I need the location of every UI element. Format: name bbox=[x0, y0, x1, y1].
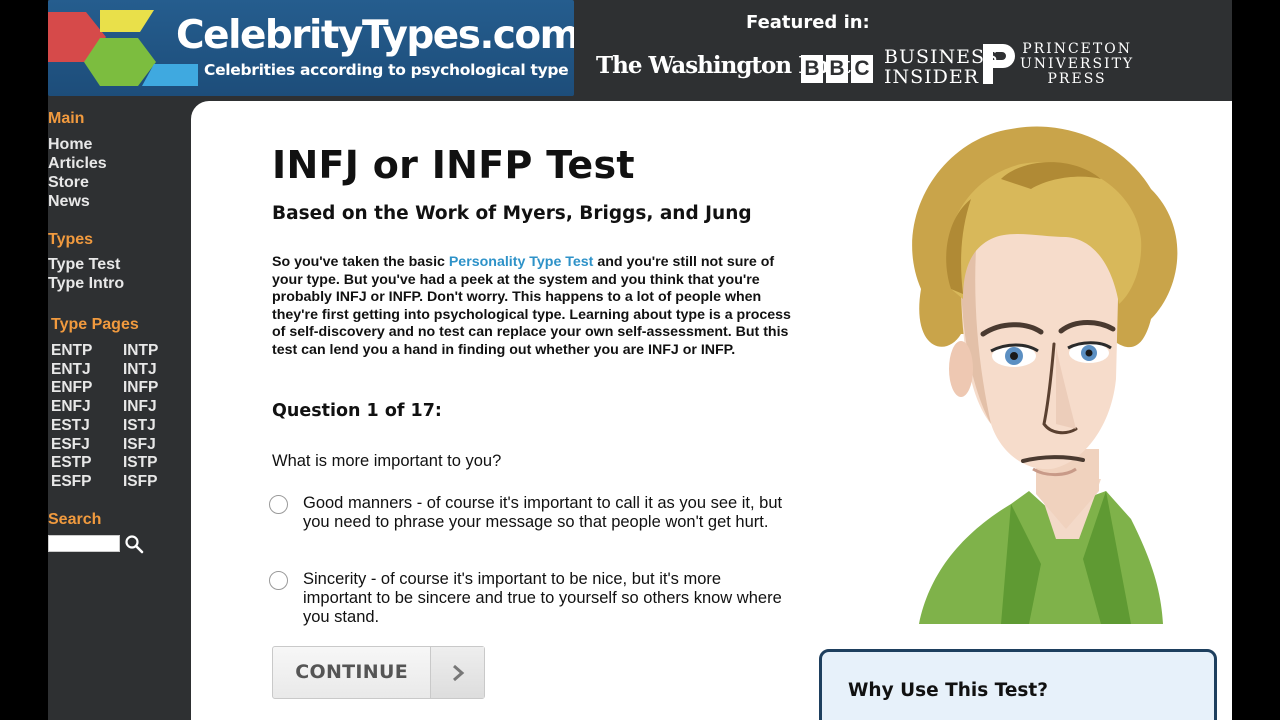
why-use-this-test-heading: Why Use This Test? bbox=[848, 680, 1048, 701]
bbc-letter: B bbox=[801, 55, 823, 83]
question-text: What is more important to you? bbox=[272, 452, 502, 470]
sidebar-nav: Main Home Articles Store News Types Type… bbox=[48, 110, 190, 555]
type-pages-grid: ENTP INTP ENTJ INTJ ENFP INFP ENFJ INFJ … bbox=[51, 342, 190, 492]
sidebar-link-type-test[interactable]: Type Test bbox=[48, 255, 190, 274]
featured-in-label: Featured in: bbox=[746, 12, 870, 33]
sidebar-section-search: Search bbox=[48, 510, 102, 528]
princeton-line: PRESS bbox=[1047, 71, 1107, 87]
type-link-entj[interactable]: ENTJ bbox=[51, 361, 123, 380]
search-input[interactable] bbox=[48, 535, 120, 553]
type-link-estp[interactable]: ESTP bbox=[51, 454, 123, 473]
radio-button[interactable] bbox=[269, 571, 288, 590]
type-link-enfp[interactable]: ENFP bbox=[51, 379, 123, 398]
bbc-letter: C bbox=[851, 55, 873, 83]
answer-option-label: Sincerity - of course it's important to … bbox=[303, 570, 782, 626]
logo-subtitle: Celebrities according to psychological t… bbox=[204, 61, 569, 79]
sidebar-link-articles[interactable]: Articles bbox=[48, 154, 190, 173]
type-link-infp[interactable]: INFP bbox=[123, 379, 183, 398]
intro-paragraph: So you've taken the basic Personality Ty… bbox=[272, 254, 802, 359]
main-content: INFJ or INFP Test Based on the Work of M… bbox=[191, 101, 1232, 720]
type-link-estj[interactable]: ESTJ bbox=[51, 417, 123, 436]
continue-button-label: CONTINUE bbox=[295, 661, 408, 683]
question-counter: Question 1 of 17: bbox=[272, 401, 442, 421]
princeton-line: PRINCETON bbox=[1022, 41, 1132, 57]
type-link-isfp[interactable]: ISFP bbox=[123, 473, 183, 492]
continue-button[interactable]: CONTINUE bbox=[272, 646, 485, 699]
site-logo[interactable]: CelebrityTypes.com Celebrities according… bbox=[48, 0, 574, 96]
sidebar-link-news[interactable]: News bbox=[48, 192, 190, 211]
radio-button[interactable] bbox=[269, 495, 288, 514]
page-subtitle: Based on the Work of Myers, Briggs, and … bbox=[272, 203, 752, 224]
cartoon-portrait-image bbox=[912, 126, 1178, 624]
type-link-intp[interactable]: INTP bbox=[123, 342, 183, 361]
sidebar-link-store[interactable]: Store bbox=[48, 173, 190, 192]
page: CelebrityTypes.com Celebrities according… bbox=[48, 0, 1232, 720]
type-link-esfp[interactable]: ESFP bbox=[51, 473, 123, 492]
sidebar-section-types: Types bbox=[48, 231, 94, 248]
type-link-infj[interactable]: INFJ bbox=[123, 398, 183, 417]
sidebar-link-type-intro[interactable]: Type Intro bbox=[48, 274, 190, 293]
sidebar-section-type-pages: Type Pages bbox=[51, 316, 139, 333]
search-icon bbox=[125, 535, 144, 553]
type-link-isfj[interactable]: ISFJ bbox=[123, 436, 183, 455]
answer-option-good-manners[interactable]: Good manners - of course it's important … bbox=[269, 494, 799, 532]
type-link-istp[interactable]: ISTP bbox=[123, 454, 183, 473]
sidebar-section-main: Main bbox=[48, 110, 85, 127]
type-link-entp[interactable]: ENTP bbox=[51, 342, 123, 361]
bbc-logo: B B C bbox=[801, 55, 873, 83]
bbc-letter: B bbox=[826, 55, 848, 83]
princeton-press-mark-icon bbox=[983, 44, 1015, 84]
chevron-right-icon bbox=[430, 647, 484, 698]
answer-option-sincerity[interactable]: Sincerity - of course it's important to … bbox=[269, 570, 799, 627]
personality-type-test-link[interactable]: Personality Type Test bbox=[449, 254, 594, 270]
page-title: INFJ or INFP Test bbox=[272, 143, 635, 187]
princeton-line: UNIVERSITY bbox=[1020, 56, 1135, 72]
sidebar-link-home[interactable]: Home bbox=[48, 135, 190, 154]
intro-text-start: So you've taken the basic bbox=[272, 254, 449, 270]
type-link-enfj[interactable]: ENFJ bbox=[51, 398, 123, 417]
answer-option-label: Good manners - of course it's important … bbox=[303, 494, 783, 531]
type-link-istj[interactable]: ISTJ bbox=[123, 417, 183, 436]
type-link-esfj[interactable]: ESFJ bbox=[51, 436, 123, 455]
search-box bbox=[48, 533, 190, 555]
logo-title: CelebrityTypes.com bbox=[176, 13, 574, 58]
search-button[interactable] bbox=[123, 533, 145, 555]
princeton-university-press-logo: PRINCETON UNIVERSITY PRESS bbox=[1020, 42, 1134, 87]
why-use-this-test-box: Why Use This Test? bbox=[819, 649, 1217, 720]
type-link-intj[interactable]: INTJ bbox=[123, 361, 183, 380]
